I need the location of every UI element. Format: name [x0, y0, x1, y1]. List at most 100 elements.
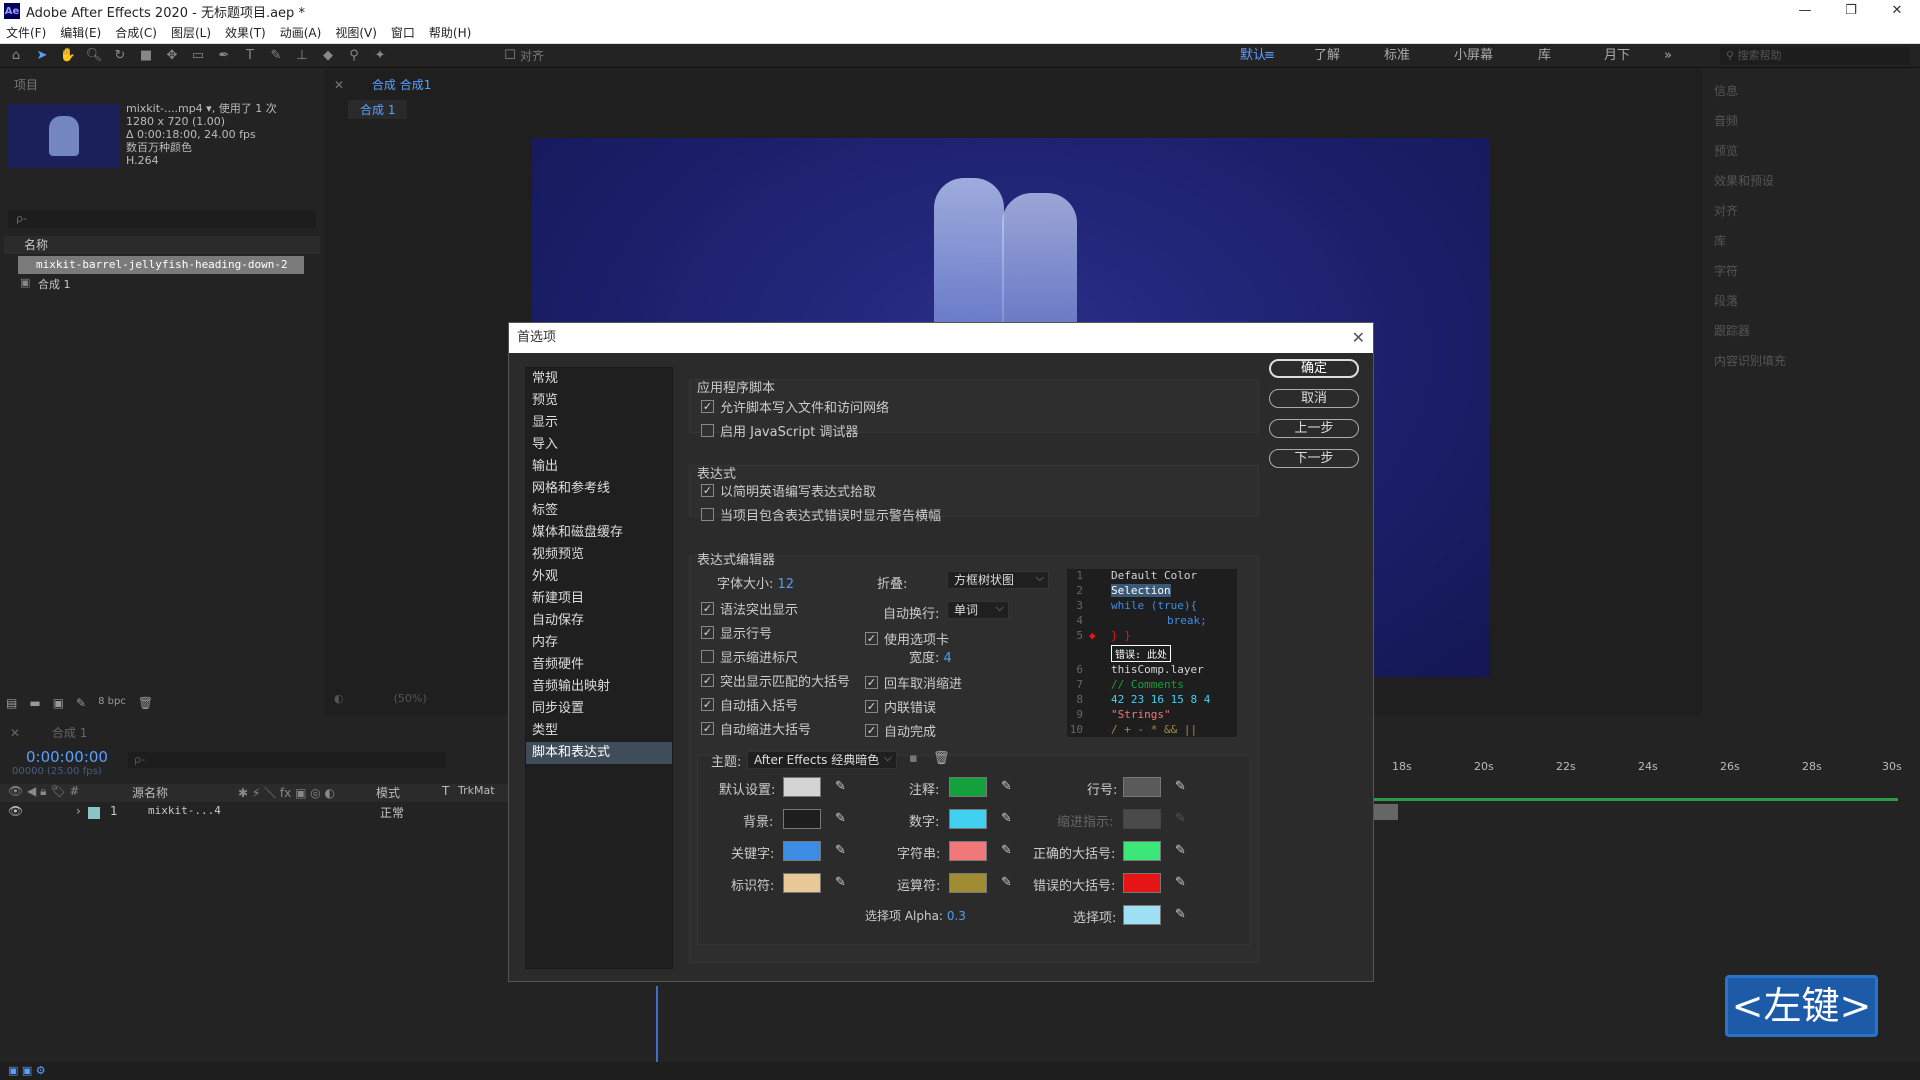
panel-libraries[interactable]: 库 — [1714, 226, 1910, 256]
render-icon[interactable]: ▣ ▣ ⚙ — [8, 1064, 46, 1077]
workspace-libraries[interactable]: 库 — [1538, 44, 1551, 68]
playhead-line[interactable] — [656, 986, 658, 1062]
timecode[interactable]: 0:00:00:00 — [26, 748, 108, 766]
puppet-tool-icon[interactable]: ✦ — [370, 47, 390, 65]
viewer-options-icon[interactable]: ◐ — [334, 692, 344, 705]
auto-indent-checkbox[interactable]: ✓ 自动缩进大括号 — [701, 719, 811, 738]
menu-effect[interactable]: 效果(T) — [219, 24, 272, 41]
timeline-search-input[interactable]: ρ- — [128, 752, 446, 768]
previous-button[interactable]: 上一步 — [1269, 419, 1359, 438]
category-labels[interactable]: 标签 — [526, 500, 672, 522]
syntax-highlight-checkbox[interactable]: ✓ 语法突出显示 — [701, 599, 798, 618]
workspace-default[interactable]: 默认 — [1240, 44, 1266, 68]
enable-debugger-checkbox[interactable]: 启用 JavaScript 调试器 — [701, 421, 858, 440]
english-pickwhip-checkbox[interactable]: ✓ 以简明英语编写表达式拾取 — [701, 481, 876, 500]
workspace-custom[interactable]: 月下 — [1604, 44, 1630, 68]
col-mode[interactable]: 模式 — [376, 784, 400, 801]
pen-tool-icon[interactable]: ✒ — [214, 47, 234, 65]
category-import[interactable]: 导入 — [526, 434, 672, 456]
category-sync-settings[interactable]: 同步设置 — [526, 698, 672, 720]
cancel-button[interactable]: 取消 — [1269, 389, 1359, 408]
inline-errors-checkbox[interactable]: ✓ 内联错误 — [865, 697, 936, 716]
fold-dropdown[interactable]: 方框树状图 — [947, 570, 1049, 589]
tab-width-value[interactable]: 4 — [944, 651, 952, 666]
project-item-footage[interactable]: mixkit-barrel-jellyfish-heading-down-2 — [18, 256, 304, 274]
menu-file[interactable]: 文件(F) — [0, 24, 52, 41]
panel-tracker[interactable]: 跟踪器 — [1714, 316, 1910, 346]
category-grids-guides[interactable]: 网格和参考线 — [526, 478, 672, 500]
error-bracket-color-swatch[interactable] — [1123, 873, 1161, 893]
dialog-close-icon[interactable]: ✕ — [1352, 323, 1365, 353]
background-color-swatch[interactable] — [783, 809, 821, 829]
eyedropper-icon[interactable]: ✎ — [835, 812, 849, 826]
close-timeline-icon[interactable]: ✕ — [10, 726, 20, 740]
adjust-icon[interactable]: ✎ — [76, 696, 86, 710]
correct-bracket-color-swatch[interactable] — [1123, 841, 1161, 861]
delete-theme-icon[interactable]: 🗑︎ — [933, 751, 950, 766]
layer-bar[interactable] — [1374, 804, 1398, 820]
interpret-footage-icon[interactable]: ▤ — [6, 696, 17, 710]
zoom-tool-icon[interactable]: 🔍︎ — [84, 47, 104, 65]
snap-checkbox-icon[interactable]: ☐ — [500, 47, 520, 65]
panel-align[interactable]: 对齐 — [1714, 196, 1910, 226]
category-general[interactable]: 常规 — [526, 368, 672, 390]
allow-write-checkbox[interactable]: ✓ 允许脚本写入文件和访问网络 — [701, 397, 889, 416]
visibility-icon[interactable]: 👁︎ — [8, 804, 23, 818]
panel-character[interactable]: 字符 — [1714, 256, 1910, 286]
eyedropper-icon[interactable]: ✎ — [1175, 844, 1189, 858]
workspace-menu-icon[interactable]: ≡ — [1264, 44, 1275, 68]
rotate-tool-icon[interactable]: ↻ — [110, 47, 130, 65]
new-folder-icon[interactable]: ▬ — [29, 696, 40, 710]
timeline-tab[interactable]: 合成 1 — [52, 726, 87, 740]
identifier-color-swatch[interactable] — [783, 873, 821, 893]
close-window-button[interactable]: ✕ — [1874, 0, 1920, 22]
category-new-project[interactable]: 新建项目 — [526, 588, 672, 610]
layer-row[interactable]: 👁︎ › 1 mixkit-...4 正常 — [0, 804, 508, 822]
camera-tool-icon[interactable]: ■ — [136, 47, 156, 65]
autocomplete-checkbox[interactable]: ✓ 自动完成 — [865, 721, 936, 740]
next-button[interactable]: 下一步 — [1269, 449, 1359, 468]
selection-tool-icon[interactable]: ➤ — [32, 47, 52, 65]
eyedropper-icon[interactable]: ✎ — [1175, 908, 1189, 922]
workspace-small-screen[interactable]: 小屏幕 — [1454, 44, 1493, 68]
expand-layer-icon[interactable]: › — [76, 804, 81, 818]
theme-dropdown[interactable]: After Effects 经典暗色 — [747, 750, 897, 769]
menu-animation[interactable]: 动画(A) — [274, 24, 328, 41]
category-display[interactable]: 显示 — [526, 412, 672, 434]
home-icon[interactable]: ⌂ — [6, 47, 26, 65]
indent-guides-checkbox[interactable]: 显示缩进标尺 — [701, 647, 798, 666]
return-unindent-checkbox[interactable]: ✓ 回车取消缩进 — [865, 673, 962, 692]
eyedropper-icon[interactable]: ✎ — [1175, 780, 1189, 794]
eyedropper-icon[interactable]: ✎ — [1001, 780, 1015, 794]
menu-layer[interactable]: 图层(L) — [165, 24, 217, 41]
default-color-swatch[interactable] — [783, 777, 821, 797]
category-memory[interactable]: 内存 — [526, 632, 672, 654]
anchor-tool-icon[interactable]: ✥ — [162, 47, 182, 65]
eyedropper-icon[interactable]: ✎ — [1001, 812, 1015, 826]
category-audio-hardware[interactable]: 音频硬件 — [526, 654, 672, 676]
match-brackets-checkbox[interactable]: ✓ 突出显示匹配的大括号 — [701, 671, 850, 690]
eyedropper-icon[interactable]: ✎ — [1001, 876, 1015, 890]
selection-alpha-value[interactable]: 0.3 — [947, 909, 966, 923]
category-video-preview[interactable]: 视频预览 — [526, 544, 672, 566]
comp-sub-tab[interactable]: 合成 1 — [348, 100, 408, 119]
project-panel-title[interactable]: 项目 — [14, 76, 38, 93]
close-tab-icon[interactable]: ✕ — [334, 78, 344, 92]
auto-close-brackets-checkbox[interactable]: ✓ 自动插入括号 — [701, 695, 798, 714]
eyedropper-icon[interactable]: ✎ — [1001, 844, 1015, 858]
wrap-dropdown[interactable]: 单词 — [947, 600, 1009, 619]
project-search-input[interactable]: ρ- — [8, 210, 316, 228]
rectangle-tool-icon[interactable]: ▭ — [188, 47, 208, 65]
eraser-tool-icon[interactable]: ◆ — [318, 47, 338, 65]
hand-tool-icon[interactable]: ✋ — [58, 47, 78, 65]
panel-effects[interactable]: 效果和预设 — [1714, 166, 1910, 196]
col-source-name[interactable]: 源名称 — [132, 784, 168, 801]
workspace-standard[interactable]: 标准 — [1384, 44, 1410, 68]
new-comp-icon[interactable]: ▣ — [53, 696, 64, 710]
save-theme-icon[interactable]: ▪ — [909, 751, 918, 766]
font-size-value[interactable]: 12 — [778, 577, 795, 592]
minimize-button[interactable]: — — [1782, 0, 1828, 22]
string-color-swatch[interactable] — [949, 841, 987, 861]
project-column-name[interactable]: 名称 — [4, 236, 320, 254]
layer-mode-dropdown[interactable]: 正常 — [380, 804, 404, 821]
